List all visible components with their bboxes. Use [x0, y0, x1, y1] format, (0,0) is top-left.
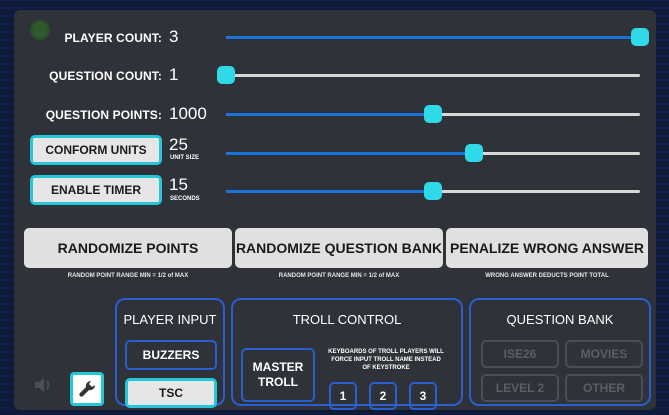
- player-count-label: PLAYER COUNT:: [64, 31, 162, 45]
- question-count-value: 1: [169, 65, 179, 84]
- conform-units-button[interactable]: CONFORM UNITS: [30, 135, 162, 165]
- randomize-points-button[interactable]: RANDOMIZE POINTS: [24, 228, 232, 268]
- question-count-slider[interactable]: [217, 66, 640, 84]
- question-bank-group: QUESTION BANK ISE26 MOVIES LEVEL 2 OTHER: [469, 298, 651, 406]
- slider-knob[interactable]: [631, 28, 649, 46]
- troll-description: KEYBOARDS OF TROLL PLAYERS WILL FORCE IN…: [328, 349, 444, 371]
- troll-control-title: TROLL CONTROL: [292, 312, 402, 327]
- slider-knob[interactable]: [424, 182, 442, 200]
- enable-timer-button[interactable]: ENABLE TIMER: [30, 175, 162, 205]
- penalize-wrong-answer-button[interactable]: PENALIZE WRONG ANSWER: [446, 228, 648, 268]
- penalize-wrong-answer-note: WRONG ANSWER DEDUCTS POINT TOTAL: [485, 273, 609, 279]
- player-input-group: PLAYER INPUT BUZZERS TSC: [115, 298, 225, 408]
- enable-timer-slider[interactable]: [226, 182, 640, 200]
- slider-fill: [226, 190, 433, 193]
- slider-fill: [226, 113, 433, 116]
- buzzers-option[interactable]: BUZZERS: [125, 340, 217, 370]
- slider-knob[interactable]: [424, 105, 442, 123]
- tsc-option[interactable]: TSC: [125, 378, 217, 408]
- enable-timer-unit: SECONDS: [170, 196, 200, 202]
- slider-knob[interactable]: [217, 66, 235, 84]
- player-count-value: 3: [169, 27, 179, 46]
- question-bank-item-ise26[interactable]: ISE26: [481, 340, 559, 368]
- question-bank-title: QUESTION BANK: [506, 312, 614, 327]
- slider-knob[interactable]: [465, 144, 484, 162]
- settings-panel: PLAYER COUNT: 3 QUESTION COUNT: 1 QUESTI…: [14, 10, 656, 410]
- conform-units-slider[interactable]: [226, 144, 640, 162]
- troll-button-1[interactable]: 1: [329, 382, 357, 410]
- question-points-slider[interactable]: [226, 105, 640, 123]
- wrench-button[interactable]: [70, 372, 104, 406]
- randomize-question-bank-note: RANDOM POINT RANGE MIN = 1/2 of MAX: [278, 273, 400, 279]
- slider-fill: [226, 152, 475, 155]
- conform-units-unit: UNIT SIZE: [170, 155, 200, 161]
- speaker-icon[interactable]: [32, 374, 54, 396]
- question-points-label: QUESTION POINTS:: [45, 108, 162, 122]
- slider-fill: [226, 36, 640, 39]
- question-count-label: QUESTION COUNT:: [49, 69, 162, 83]
- question-bank-item-other[interactable]: OTHER: [565, 374, 643, 402]
- question-bank-item-movies[interactable]: MOVIES: [565, 340, 643, 368]
- master-troll-button[interactable]: MASTER TROLL: [241, 348, 315, 402]
- wrench-icon: [79, 380, 96, 397]
- question-points-value: 1000: [169, 104, 207, 123]
- player-count-slider[interactable]: [226, 28, 649, 46]
- randomize-points-note: RANDOM POINT RANGE MIN = 1/2 of MAX: [67, 273, 189, 279]
- troll-button-2[interactable]: 2: [369, 382, 397, 410]
- troll-button-3[interactable]: 3: [409, 382, 437, 410]
- randomize-question-bank-button[interactable]: RANDOMIZE QUESTION BANK: [235, 228, 443, 268]
- conform-units-value: 25: [169, 135, 188, 154]
- enable-timer-value: 15: [169, 175, 188, 194]
- player-input-title: PLAYER INPUT: [123, 312, 217, 327]
- troll-control-group: TROLL CONTROL MASTER TROLL KEYBOARDS OF …: [231, 298, 463, 410]
- question-bank-item-level-2[interactable]: LEVEL 2: [481, 374, 559, 402]
